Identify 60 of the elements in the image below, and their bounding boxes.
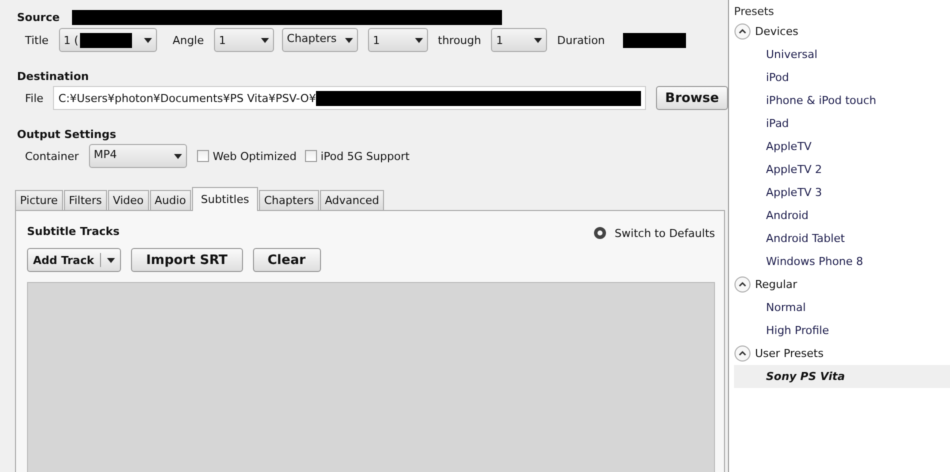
tab[interactable]: Audio — [150, 190, 191, 210]
field-label: Angle — [172, 34, 204, 46]
tab[interactable]: Chapters — [259, 190, 319, 210]
tab[interactable]: Video — [108, 190, 149, 210]
tab[interactable]: Advanced — [320, 190, 384, 210]
toolbar-button[interactable]: Clear — [252, 248, 321, 272]
preset-item[interactable]: Sony PS Vita — [734, 365, 950, 388]
panel-title: Presets — [734, 5, 776, 18]
caret-icon — [174, 154, 182, 158]
preset-item[interactable]: Android — [734, 204, 950, 227]
file-field[interactable]: C:¥Users¥photon¥Documents¥PS Vita¥PSV-O¥ — [53, 86, 646, 110]
preset-item[interactable]: AppleTV — [734, 135, 950, 158]
caret-icon — [344, 38, 353, 42]
preset-item[interactable]: iPad — [734, 112, 950, 135]
title-dropdown[interactable]: 1 ( — [58, 28, 157, 52]
preset-item[interactable]: Android Tablet — [734, 227, 950, 250]
preset-item[interactable]: iPhone & iPod touch — [734, 89, 950, 112]
section-title: Subtitle Tracks — [27, 224, 120, 238]
range-dropdown[interactable]: Chapters — [282, 28, 358, 52]
add-track-button[interactable]: Add Track — [27, 248, 122, 272]
field-label: Container — [25, 150, 79, 162]
browse-button[interactable]: Browse — [656, 86, 728, 110]
container-dropdown[interactable]: MP4 — [88, 144, 187, 168]
section-title: Output Settings — [16, 128, 118, 141]
caret-icon — [144, 38, 152, 42]
caret-icon — [107, 258, 116, 262]
caret-icon — [260, 38, 269, 42]
dropdown[interactable]: 1 — [491, 28, 548, 52]
preset-item[interactable]: AppleTV 2 — [734, 158, 950, 181]
collapse-icon[interactable] — [734, 23, 751, 40]
caret-icon — [534, 38, 542, 42]
section-title: Destination — [16, 70, 90, 83]
preset-item[interactable]: High Profile — [734, 319, 950, 342]
dropdown[interactable]: 1 — [214, 28, 274, 52]
group-label[interactable]: User Presets — [755, 347, 824, 360]
field-label: Title — [25, 34, 49, 46]
preset-item[interactable]: AppleTV 3 — [734, 181, 950, 204]
section-title: Source — [16, 11, 60, 24]
preset-item[interactable]: Universal — [734, 43, 950, 66]
dropdown[interactable]: 1 — [368, 28, 428, 52]
preset-item[interactable]: Windows Phone 8 — [734, 250, 950, 273]
tab[interactable]: Subtitles — [192, 187, 258, 211]
group-label[interactable]: Devices — [755, 25, 798, 38]
tab[interactable]: Picture — [15, 190, 63, 210]
tab[interactable]: Filters — [64, 190, 107, 210]
checkbox-label: Web Optimized — [212, 150, 297, 162]
field-label: Duration — [557, 34, 605, 46]
field-label: File — [25, 92, 44, 104]
defaults-link[interactable]: Switch to Defaults — [614, 226, 715, 240]
checkbox[interactable] — [196, 150, 209, 162]
field-label: through — [438, 34, 482, 46]
checkbox[interactable] — [304, 150, 317, 162]
preset-item[interactable]: iPod — [734, 66, 950, 89]
toolbar-button[interactable]: Import SRT — [131, 248, 243, 272]
collapse-icon[interactable] — [734, 276, 751, 293]
collapse-icon[interactable] — [734, 345, 751, 362]
checkbox-label: iPod 5G Support — [320, 150, 410, 162]
preset-item[interactable]: Normal — [734, 296, 950, 319]
caret-icon — [414, 38, 423, 42]
group-label[interactable]: Regular — [755, 278, 798, 291]
